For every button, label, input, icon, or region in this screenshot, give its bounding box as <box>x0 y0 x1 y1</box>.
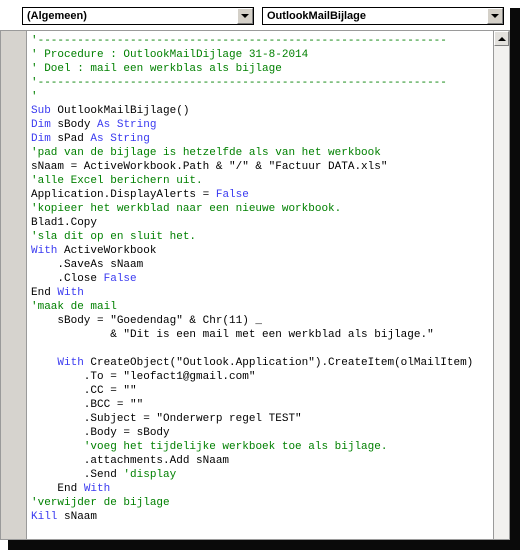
code-pane: '---------------------------------------… <box>0 30 510 540</box>
vertical-scrollbar[interactable] <box>493 31 509 539</box>
chevron-up-icon <box>497 36 506 41</box>
vba-source-code[interactable]: '---------------------------------------… <box>31 34 473 539</box>
chevron-down-icon <box>241 14 249 18</box>
vba-code-editor-window: (Algemeen) OutlookMailBijlage '---------… <box>0 0 520 550</box>
procedure-dropdown-value: OutlookMailBijlage <box>267 10 367 22</box>
window-shadow-right <box>510 8 520 550</box>
code-editor-area[interactable]: '---------------------------------------… <box>27 31 493 539</box>
editor-dropdown-bar: (Algemeen) OutlookMailBijlage <box>0 0 510 30</box>
object-dropdown-chevron-down-icon[interactable] <box>237 8 253 24</box>
scrollbar-track[interactable] <box>494 46 509 539</box>
chevron-down-icon <box>491 14 499 18</box>
scroll-up-button[interactable] <box>494 31 509 46</box>
margin-indicator-bar[interactable] <box>1 31 27 539</box>
window-shadow-bottom <box>8 540 520 550</box>
object-dropdown-value: (Algemeen) <box>27 10 87 22</box>
procedure-dropdown-chevron-down-icon[interactable] <box>487 8 503 24</box>
object-dropdown[interactable]: (Algemeen) <box>22 7 254 25</box>
procedure-dropdown[interactable]: OutlookMailBijlage <box>262 7 504 25</box>
